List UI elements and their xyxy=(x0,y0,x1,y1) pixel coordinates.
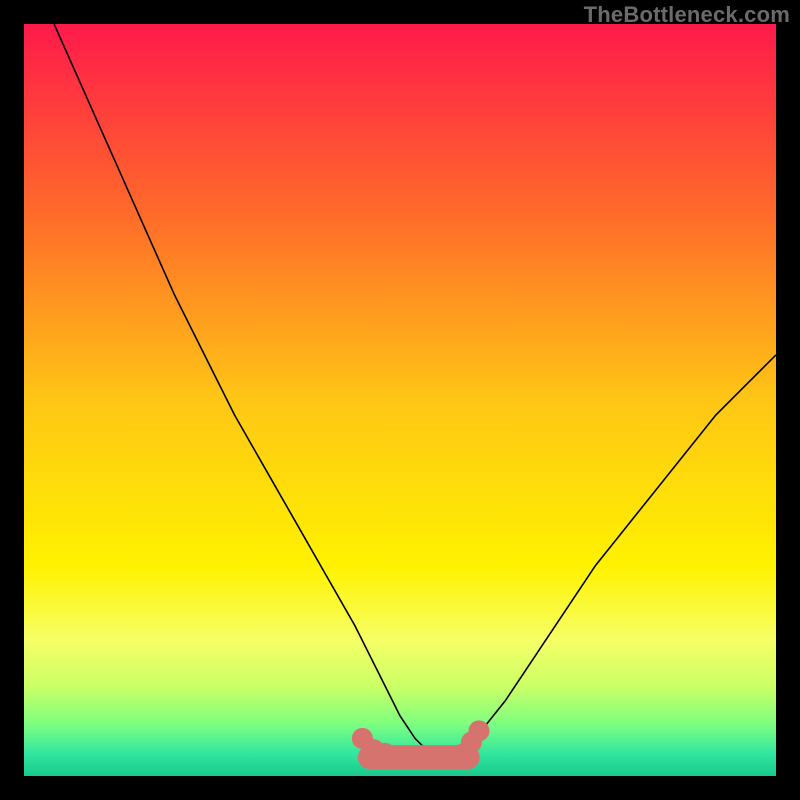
flat-band-dot xyxy=(468,720,489,741)
bottleneck-chart xyxy=(24,24,776,776)
flat-band-dot xyxy=(374,743,395,764)
chart-frame: TheBottleneck.com xyxy=(0,0,800,800)
gradient-background xyxy=(24,24,776,776)
